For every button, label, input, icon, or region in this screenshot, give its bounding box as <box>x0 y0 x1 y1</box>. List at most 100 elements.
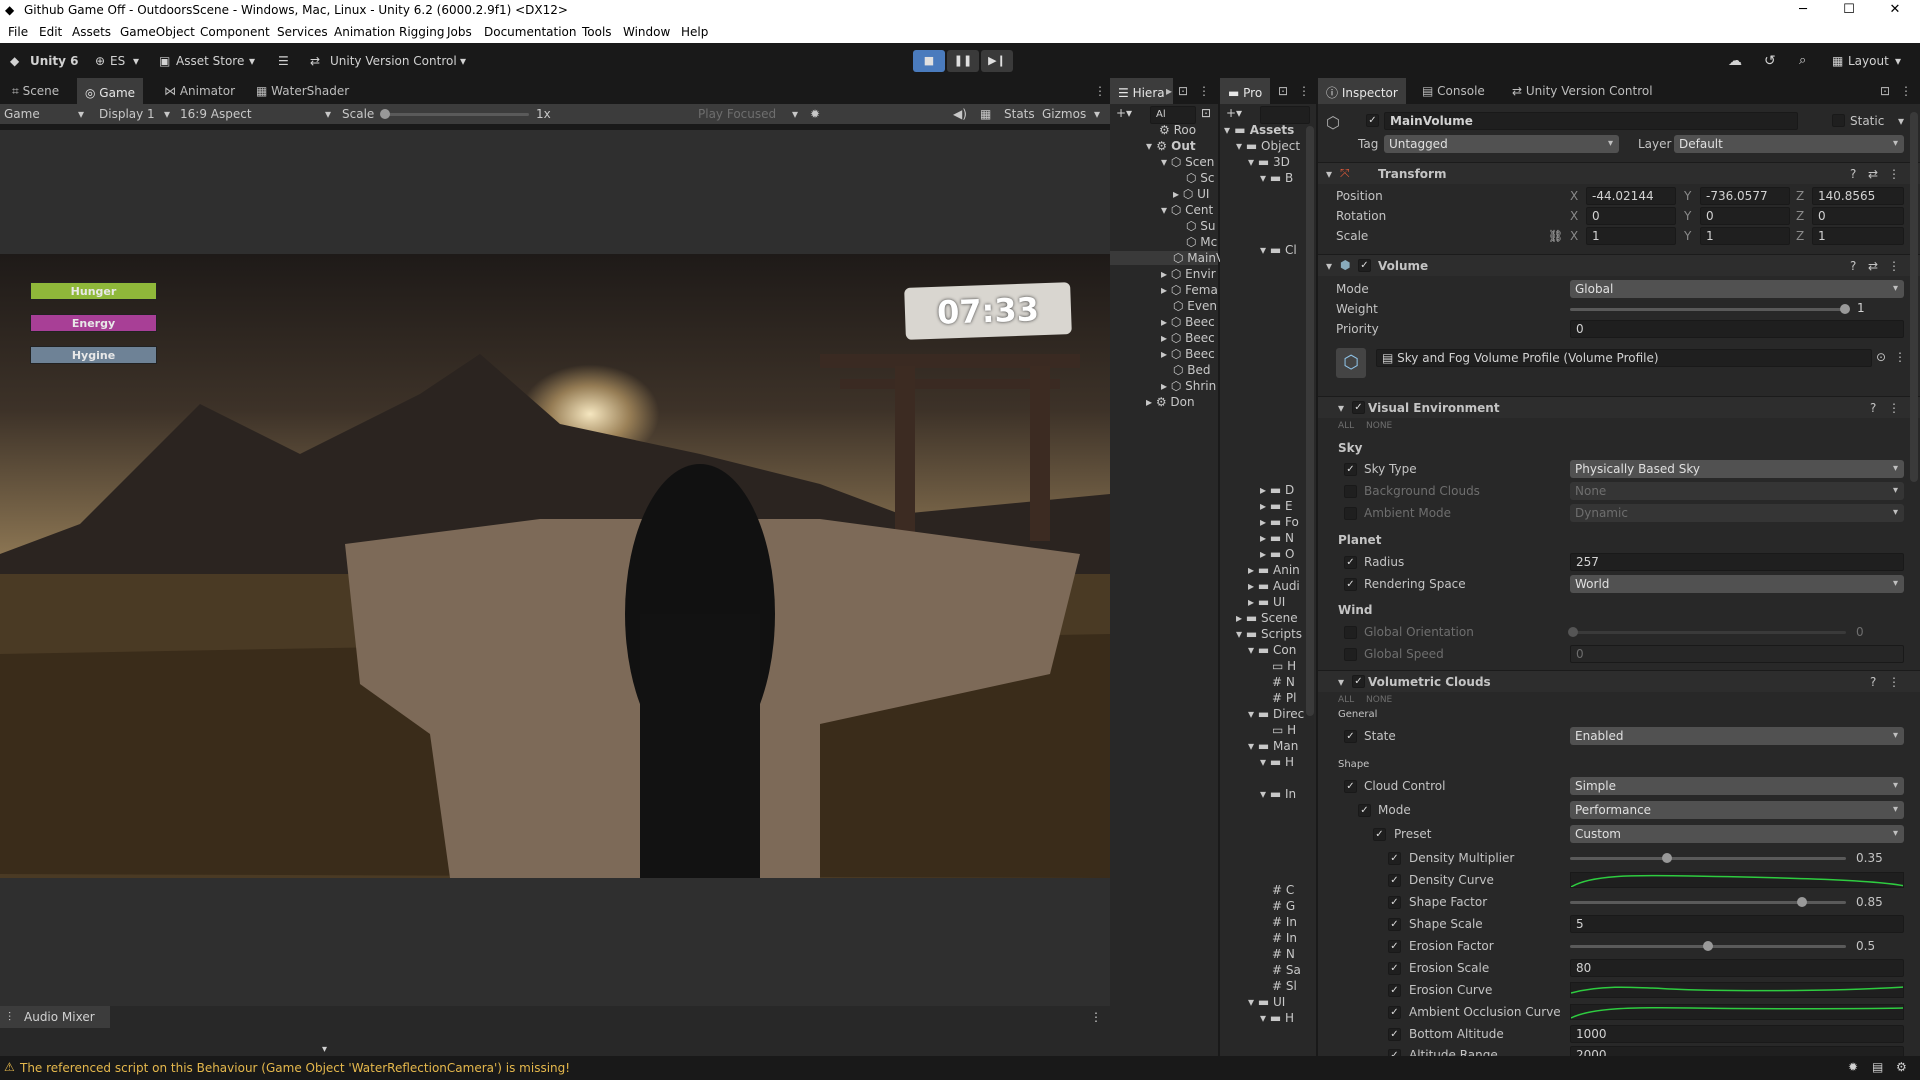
sky-type-checkbox[interactable]: ✓ <box>1344 463 1357 476</box>
volume-enabled-checkbox[interactable]: ✓ <box>1358 259 1371 272</box>
preset-icon[interactable]: ⇄ <box>1868 259 1878 273</box>
volumetric-clouds-header[interactable]: ▾ ✓ Volumetric Clouds ? ⋮ <box>1318 670 1920 692</box>
radius-checkbox[interactable]: ✓ <box>1344 556 1357 569</box>
unity-version-button[interactable]: Unity 6 <box>30 51 79 71</box>
tree-item[interactable]: # In <box>1272 915 1297 929</box>
rendering-space-checkbox[interactable]: ✓ <box>1344 578 1357 591</box>
tree-item[interactable]: # G <box>1272 899 1295 913</box>
visual-env-checkbox[interactable]: ✓ <box>1352 401 1365 414</box>
menu-help[interactable]: Help <box>681 25 708 39</box>
cloud-mode-dropdown[interactable]: Performance <box>1570 801 1904 819</box>
shape-scale-checkbox[interactable]: ✓ <box>1388 918 1401 931</box>
tree-item[interactable]: ⬡ Su <box>1186 219 1216 233</box>
shape-scale-input[interactable]: 5 <box>1570 915 1904 933</box>
menu-component[interactable]: Component <box>200 25 270 39</box>
link-icon[interactable]: ⛓ <box>1548 229 1563 243</box>
tree-item[interactable]: ▾ ▬ H <box>1260 755 1294 769</box>
play-button[interactable]: ■ <box>913 50 945 72</box>
tree-item[interactable]: ⬡ Even <box>1173 299 1217 313</box>
weight-slider-knob[interactable] <box>1840 304 1850 314</box>
tree-item[interactable]: ▭ H <box>1272 723 1296 737</box>
global-speed-input[interactable]: 0 <box>1570 645 1904 663</box>
tree-item[interactable]: # N <box>1272 947 1295 961</box>
more-options-icon[interactable]: ⋮ <box>1888 675 1900 689</box>
tree-item[interactable]: ▭ H <box>1272 659 1296 673</box>
inspector-scrollbar[interactable] <box>1910 112 1918 482</box>
tree-item[interactable]: ▸ ⬡ Envir <box>1161 267 1216 281</box>
more-options-icon[interactable]: ⋮ <box>1196 78 1212 104</box>
position-y-input[interactable]: -736.0577 <box>1700 187 1790 205</box>
filter-icon[interactable]: ⊡ <box>1201 106 1211 120</box>
tree-item[interactable]: ▾ ▬ Object <box>1236 139 1300 153</box>
menu-edit[interactable]: Edit <box>39 25 62 39</box>
global-orientation-slider[interactable] <box>1570 631 1846 634</box>
menu-documentation[interactable]: Documentation <box>484 25 577 39</box>
more-options-icon[interactable]: ⋮ <box>1888 259 1900 273</box>
tree-item[interactable]: # C <box>1272 883 1294 897</box>
tree-item[interactable]: ⬡ Mc <box>1186 235 1217 249</box>
radius-input[interactable]: 257 <box>1570 553 1904 571</box>
all-button[interactable]: ALL <box>1338 421 1354 431</box>
package-icon[interactable]: ☰ <box>278 51 289 71</box>
active-checkbox[interactable]: ✓ <box>1366 114 1379 127</box>
more-options-icon[interactable]: ⋮ <box>1888 401 1900 415</box>
state-dropdown[interactable]: Enabled <box>1570 727 1904 745</box>
tree-item[interactable]: ▸ ▬ Scene <box>1236 611 1298 625</box>
tag-dropdown[interactable]: Untagged <box>1384 135 1619 153</box>
tree-item[interactable]: ▾ ▬ H <box>1260 1011 1294 1025</box>
tab-audio-mixer[interactable]: ⫶ Audio Mixer <box>0 1006 110 1028</box>
transform-header[interactable]: ▾ ⤧ Transform ? ⇄ ⋮ <box>1318 162 1920 184</box>
erosion-scale-checkbox[interactable]: ✓ <box>1388 962 1401 975</box>
rotation-x-input[interactable]: 0 <box>1586 207 1676 225</box>
lock-icon[interactable]: ⊡ <box>1176 78 1190 104</box>
stats-button[interactable]: Stats <box>1004 107 1035 121</box>
tree-item[interactable]: ⬡ Sc <box>1186 171 1215 185</box>
chevron-down-icon[interactable]: ▾ <box>1898 114 1904 128</box>
static-checkbox[interactable] <box>1832 114 1845 127</box>
scale-y-input[interactable]: 1 <box>1700 227 1790 245</box>
sky-type-dropdown[interactable]: Physically Based Sky <box>1570 460 1904 478</box>
scale-z-input[interactable]: 1 <box>1812 227 1904 245</box>
object-name-input[interactable]: MainVolume <box>1384 112 1798 130</box>
profile-field[interactable]: ▤ Sky and Fog Volume Profile (Volume Pro… <box>1376 349 1872 367</box>
layout-button[interactable]: Layout <box>1848 51 1889 71</box>
bug-icon[interactable]: ✹ <box>1848 1060 1858 1074</box>
tree-item[interactable]: ▾ ▬ Assets <box>1224 123 1294 137</box>
help-icon[interactable]: ? <box>1870 675 1876 689</box>
erosion-factor-knob[interactable] <box>1703 941 1713 951</box>
help-icon[interactable]: ? <box>1850 167 1856 181</box>
tree-item-selected[interactable]: ⬡ MainV <box>1110 251 1224 265</box>
tree-item[interactable]: # Sl <box>1272 979 1297 993</box>
none-button[interactable]: NONE <box>1366 695 1392 705</box>
tab-project[interactable]: ▬ Pro <box>1220 78 1271 104</box>
density-curve-checkbox[interactable]: ✓ <box>1388 874 1401 887</box>
maximize-button[interactable]: ☐ <box>1826 0 1872 22</box>
ao-curve-checkbox[interactable]: ✓ <box>1388 1006 1401 1019</box>
weight-value[interactable]: 1 <box>1852 300 1904 318</box>
tab-watershader[interactable]: ▦ WaterShader <box>248 78 357 104</box>
tree-item[interactable]: ▾ ▬ Cl <box>1260 243 1297 257</box>
bug-icon[interactable]: ✹ <box>810 107 820 121</box>
cloud-control-checkbox[interactable]: ✓ <box>1344 780 1357 793</box>
none-button[interactable]: NONE <box>1366 421 1392 431</box>
ambient-mode-dropdown[interactable]: Dynamic <box>1570 504 1904 522</box>
volumetric-clouds-checkbox[interactable]: ✓ <box>1352 675 1365 688</box>
tree-item[interactable]: # Sa <box>1272 963 1301 977</box>
global-speed-checkbox[interactable] <box>1344 648 1357 661</box>
bottom-altitude-input[interactable]: 1000 <box>1570 1025 1904 1043</box>
tree-item[interactable]: ▾ ▬ Man <box>1248 739 1298 753</box>
menu-services[interactable]: Services <box>277 25 328 39</box>
tree-item[interactable]: ▾ ⬡ Cent <box>1161 203 1213 217</box>
tree-item[interactable]: ▸ ▬ E <box>1260 499 1293 513</box>
add-icon[interactable]: +▾ <box>1116 106 1132 120</box>
scale-slider[interactable] <box>384 113 529 116</box>
volume-header[interactable]: ▾ ⬢ ✓ Volume ? ⇄ ⋮ <box>1318 254 1920 276</box>
erosion-factor-checkbox[interactable]: ✓ <box>1388 940 1401 953</box>
altitude-range-input[interactable]: 2000 <box>1570 1046 1904 1056</box>
chevron-down-icon[interactable]: ▾ <box>322 1044 327 1055</box>
lock-icon[interactable]: ⊡ <box>1878 78 1892 104</box>
tree-item[interactable]: # N <box>1272 675 1295 689</box>
tab-inspector[interactable]: ⓘ Inspector <box>1318 78 1406 104</box>
tab-scene[interactable]: ⌗ Scene <box>4 78 67 104</box>
tab-game[interactable]: ◎ Game <box>77 78 144 104</box>
